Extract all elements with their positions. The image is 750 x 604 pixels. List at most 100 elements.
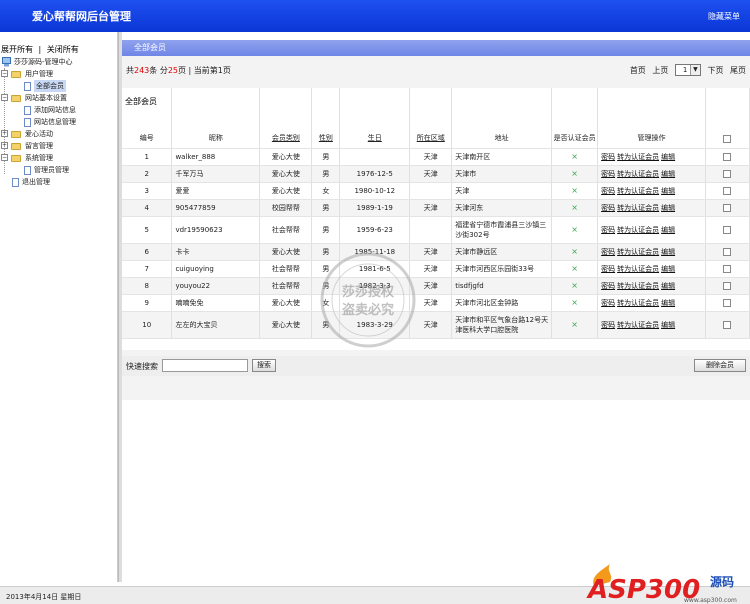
make-verified-link[interactable]: 转为认证会员 [617, 248, 659, 256]
page-select[interactable]: 1 ▼ [674, 64, 701, 76]
member-table-area: 编号 昵称 会员类别 性别 生日 所在区域 地址 是否认证会员 管理操作 1 wa… [122, 88, 750, 350]
cell-nick: vdr19590623 [171, 216, 261, 244]
password-link[interactable]: 密码 [601, 265, 615, 273]
delete-member-button[interactable]: 删除会员 [694, 359, 746, 372]
tree-item-messages[interactable]: + 留言管理 [0, 140, 118, 152]
cell-select [705, 243, 750, 261]
search-button[interactable]: 搜索 [252, 359, 276, 372]
cell-verified: × [551, 165, 599, 183]
collapse-icon[interactable]: − [1, 154, 8, 161]
password-link[interactable]: 密码 [601, 299, 615, 307]
cell-birthday: 1982-3-3 [339, 277, 411, 295]
status-date: 2013年4月14日 星期日 [6, 593, 82, 601]
expand-icon[interactable]: + [1, 142, 8, 149]
password-link[interactable]: 密码 [601, 204, 615, 212]
cell-area: 天津 [409, 311, 453, 339]
make-verified-link[interactable]: 转为认证会员 [617, 187, 659, 195]
password-link[interactable]: 密码 [601, 226, 615, 234]
edit-link[interactable]: 编辑 [661, 248, 675, 256]
make-verified-link[interactable]: 转为认证会员 [617, 226, 659, 234]
col-sex[interactable]: 性别 [311, 88, 341, 149]
tree-root[interactable]: 莎莎源码-管理中心 [0, 56, 118, 68]
cell-verified: × [551, 277, 599, 295]
tree-item-admin-mgmt[interactable]: 管理员管理 [0, 164, 118, 176]
edit-link[interactable]: 编辑 [661, 153, 675, 161]
col-category[interactable]: 会员类别 [259, 88, 313, 149]
row-checkbox[interactable] [723, 169, 732, 178]
collapse-icon[interactable]: − [1, 94, 8, 101]
first-page-link[interactable]: 首页 [630, 66, 646, 75]
make-verified-link[interactable]: 转为认证会员 [617, 265, 659, 273]
edit-link[interactable]: 编辑 [661, 170, 675, 178]
table-caption: 全部会员 [125, 97, 157, 106]
collapse-icon[interactable]: − [1, 70, 8, 77]
make-verified-link[interactable]: 转为认证会员 [617, 170, 659, 178]
tree-item-charity[interactable]: + 爱心活动 [0, 128, 118, 140]
select-all-checkbox[interactable] [723, 134, 732, 143]
chevron-down-icon: ▼ [689, 65, 700, 75]
make-verified-link[interactable]: 转为认证会员 [617, 321, 659, 329]
row-checkbox[interactable] [723, 281, 732, 290]
tree-item-logout[interactable]: 退出管理 [0, 176, 118, 188]
table-row: 2 千军万马 爱心大使男 1976-12-5 天津 天津市 × 密码 转为认证会员 编辑 [122, 165, 750, 183]
tree-item-system[interactable]: − 系统管理 [0, 152, 118, 164]
cell-area: 天津 [409, 260, 453, 278]
next-page-link[interactable]: 下页 [707, 66, 723, 75]
edit-link[interactable]: 编辑 [661, 187, 675, 195]
last-page-link[interactable]: 尾页 [730, 66, 746, 75]
tree-item-add-site-info[interactable]: 添加网站信息 [0, 104, 118, 116]
tree-item-user-mgmt[interactable]: − 用户管理 [0, 68, 118, 80]
password-link[interactable]: 密码 [601, 321, 615, 329]
password-link[interactable]: 密码 [601, 282, 615, 290]
row-checkbox[interactable] [723, 264, 732, 273]
password-link[interactable]: 密码 [601, 187, 615, 195]
row-checkbox[interactable] [723, 225, 732, 234]
row-checkbox[interactable] [723, 247, 732, 256]
row-checkbox[interactable] [723, 152, 732, 161]
edit-link[interactable]: 编辑 [661, 321, 675, 329]
row-checkbox[interactable] [723, 298, 732, 307]
cell-category: 爱心大使 [259, 165, 313, 183]
make-verified-link[interactable]: 转为认证会员 [617, 204, 659, 212]
edit-link[interactable]: 编辑 [661, 226, 675, 234]
collapse-all-link[interactable]: 关闭所有 [47, 45, 79, 54]
password-link[interactable]: 密码 [601, 170, 615, 178]
edit-link[interactable]: 编辑 [661, 282, 675, 290]
password-link[interactable]: 密码 [601, 248, 615, 256]
make-verified-link[interactable]: 转为认证会员 [617, 153, 659, 161]
cell-nick: 喃喃免免 [171, 294, 261, 312]
row-checkbox[interactable] [723, 203, 732, 212]
edit-link[interactable]: 编辑 [661, 204, 675, 212]
cell-nick: 905477859 [171, 199, 261, 217]
row-checkbox[interactable] [723, 186, 732, 195]
expand-icon[interactable]: + [1, 130, 8, 137]
tree-item-site-info-mgmt[interactable]: 网站信息管理 [0, 116, 118, 128]
prev-page-link[interactable]: 上页 [652, 66, 668, 75]
edit-link[interactable]: 编辑 [661, 299, 675, 307]
row-checkbox[interactable] [723, 320, 732, 329]
hide-menu-link[interactable]: 隐藏菜单 [708, 11, 740, 22]
password-link[interactable]: 密码 [601, 153, 615, 161]
cell-sex: 女 [311, 294, 341, 312]
edit-link[interactable]: 编辑 [661, 265, 675, 273]
make-verified-link[interactable]: 转为认证会员 [617, 299, 659, 307]
expand-all-link[interactable]: 展开所有 [1, 45, 33, 54]
cell-nick: cuiguoying [171, 260, 261, 278]
tree-item-site-settings[interactable]: − 网站基本设置 [0, 92, 118, 104]
make-verified-link[interactable]: 转为认证会员 [617, 282, 659, 290]
cell-id: 8 [122, 277, 173, 295]
tree-item-all-members[interactable]: 全部会员 [0, 80, 118, 92]
cell-category: 社会帮帮 [259, 260, 313, 278]
col-birthday[interactable]: 生日 [339, 88, 411, 149]
app-title: 爱心帮帮网后台管理 [32, 10, 131, 23]
page-icon [24, 106, 31, 115]
quick-search-input[interactable] [162, 359, 248, 372]
cell-area: 天津 [409, 148, 453, 166]
cell-address: 天津市静远区 [451, 243, 553, 261]
cell-address: 天津市 [451, 165, 553, 183]
cell-area: 天津 [409, 277, 453, 295]
col-area[interactable]: 所在区域 [409, 88, 453, 149]
section-title: 全部会员 [122, 40, 750, 56]
cell-actions: 密码 转为认证会员 编辑 [597, 311, 706, 339]
cell-category: 爱心大使 [259, 148, 313, 166]
